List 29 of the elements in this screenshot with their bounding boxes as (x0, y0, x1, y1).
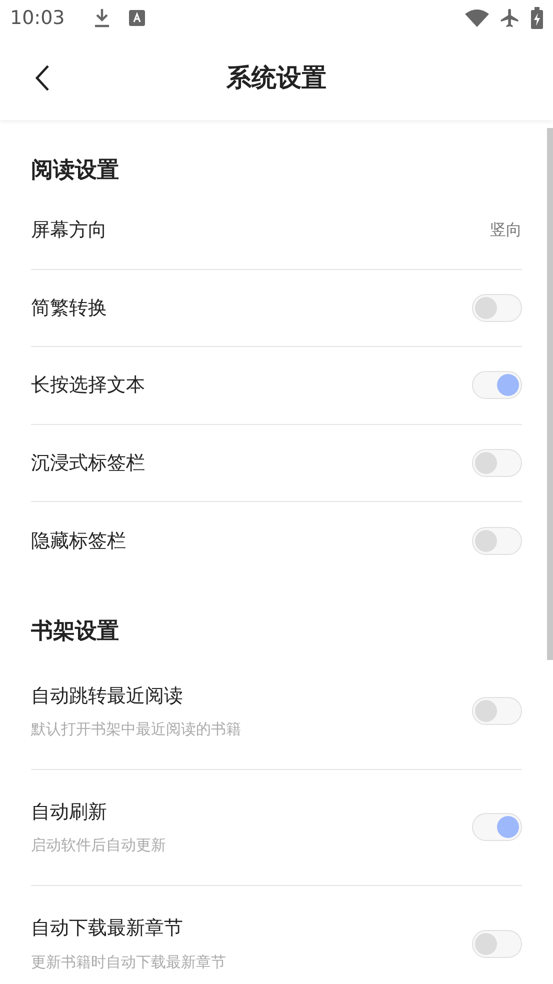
download-icon (92, 8, 111, 28)
status-time: 10:03 (10, 6, 65, 31)
setting-label: 自动跳转最近阅读 (31, 684, 184, 708)
airplane-icon (499, 7, 521, 29)
setting-label: 简繁转换 (31, 296, 108, 320)
toggle-switch[interactable] (472, 930, 522, 958)
toggle-switch[interactable] (472, 371, 522, 400)
setting-label: 隐藏标签栏 (31, 528, 127, 554)
section-heading: 阅读设置 (31, 156, 119, 184)
setting-description: 默认打开书架中最近阅读的书籍 (31, 719, 242, 740)
setting-label: 沉浸式标签栏 (31, 450, 146, 476)
page-title: 系统设置 (226, 62, 326, 94)
toggle-switch[interactable] (472, 697, 522, 725)
setting-label: 自动刷新 (31, 800, 108, 824)
setting-label: 自动下载最新章节 (31, 916, 184, 941)
keyboard-icon (128, 10, 145, 26)
toggle-switch[interactable] (472, 526, 522, 555)
setting-value[interactable]: 竖向 (490, 218, 522, 242)
toggle-switch[interactable] (472, 448, 522, 477)
toggle-switch[interactable] (472, 813, 522, 841)
section-heading: 书架设置 (31, 618, 119, 646)
back-icon (34, 64, 50, 92)
setting-description: 启动软件后自动更新 (31, 835, 167, 856)
setting-description: 更新书籍时自动下载最新章节 (31, 952, 227, 972)
wifi-icon (465, 9, 489, 27)
toggle-switch[interactable] (472, 294, 522, 322)
setting-label: 长按选择文本 (31, 373, 146, 398)
setting-label: 屏幕方向 (31, 218, 108, 243)
battery-icon (531, 7, 543, 29)
